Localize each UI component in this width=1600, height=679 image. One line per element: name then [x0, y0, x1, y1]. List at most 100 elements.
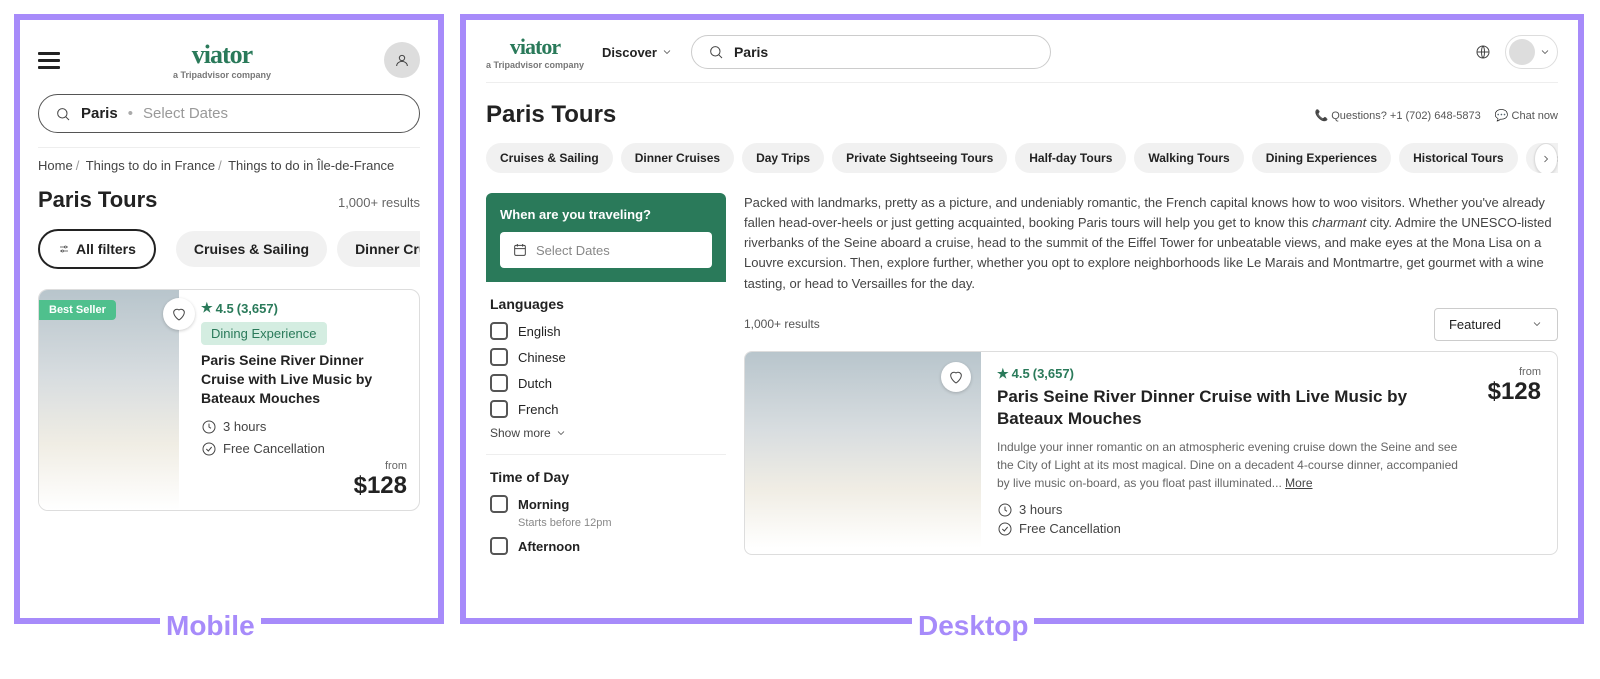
rating-value: 4.5	[216, 301, 234, 316]
favorite-button[interactable]	[941, 362, 971, 392]
category-chips-row: Cruises & Sailing Dinner Cruises Day Tri…	[486, 143, 1558, 173]
results-count: 1,000+ results	[338, 195, 420, 210]
search-bar[interactable]: Paris	[691, 35, 1051, 69]
chip-cruises[interactable]: Cruises & Sailing	[486, 143, 613, 173]
profile-avatar-icon[interactable]	[384, 42, 420, 78]
chip-dining[interactable]: Dining Experiences	[1252, 143, 1391, 173]
breadcrumb-home[interactable]: Home	[38, 158, 73, 173]
phone-link[interactable]: 📞 Questions? +1 (702) 648-5873	[1314, 109, 1480, 122]
experience-tag: Dining Experience	[201, 322, 327, 345]
all-filters-button[interactable]: All filters	[38, 229, 156, 269]
sort-dropdown[interactable]: Featured	[1434, 308, 1558, 341]
cancel-text: Free Cancellation	[223, 441, 325, 456]
mobile-header: viator a Tripadvisor company	[38, 40, 420, 80]
breadcrumb: Home/ Things to do in France/ Things to …	[38, 147, 420, 173]
chevron-down-icon	[1531, 318, 1543, 330]
chip-walking[interactable]: Walking Tours	[1134, 143, 1243, 173]
duration-row: 3 hours	[201, 419, 407, 435]
chip-historical[interactable]: Historical Tours	[1399, 143, 1517, 173]
chip-half-day[interactable]: Half-day Tours	[1015, 143, 1126, 173]
clock-icon	[997, 502, 1013, 518]
chip-dinner-cruises[interactable]: Dinner Cruises	[621, 143, 734, 173]
heart-icon	[171, 306, 187, 322]
price-value: $128	[1481, 378, 1541, 406]
checkbox-morning[interactable]: Morning	[490, 495, 722, 513]
select-dates-input[interactable]: Select Dates	[500, 232, 712, 268]
chip-cruises[interactable]: Cruises & Sailing	[176, 231, 327, 267]
travel-dates-title: When are you traveling?	[500, 207, 712, 222]
check-circle-icon	[201, 441, 217, 457]
chevron-right-icon	[1540, 153, 1552, 165]
select-dates-placeholder: Select Dates	[536, 243, 610, 258]
desktop-header: viator a Tripadvisor company Discover Pa…	[486, 34, 1558, 83]
chevron-down-icon	[661, 46, 673, 58]
duration-text: 3 hours	[223, 419, 266, 434]
heart-icon	[948, 369, 964, 385]
checkbox-dutch[interactable]: Dutch	[490, 374, 722, 392]
rating: ★ 4.5 (3,657)	[997, 366, 1461, 382]
time-of-day-filter: Time of Day Morning Starts before 12pm A…	[486, 455, 726, 577]
checkbox-english[interactable]: English	[490, 322, 722, 340]
show-more-languages[interactable]: Show more	[490, 426, 722, 440]
card-title: Paris Seine River Dinner Cruise with Liv…	[201, 351, 407, 408]
search-bar[interactable]: Paris • Select Dates	[38, 94, 420, 133]
chips-next-button[interactable]	[1534, 143, 1558, 173]
chip-day-trips[interactable]: Day Trips	[742, 143, 824, 173]
discover-menu[interactable]: Discover	[602, 45, 673, 60]
brand-tagline: a Tripadvisor company	[173, 70, 271, 80]
results-content: Packed with landmarks, pretty as a pictu…	[744, 193, 1558, 577]
star-icon: ★	[997, 366, 1009, 382]
card-image	[745, 352, 981, 548]
chip-dinner[interactable]: Dinner Cruis	[337, 231, 420, 267]
page-title: Paris Tours	[486, 101, 616, 129]
mobile-frame-label: Mobile	[160, 610, 261, 642]
search-dates-placeholder: Select Dates	[143, 105, 228, 122]
all-filters-label: All filters	[76, 241, 136, 257]
card-description: Indulge your inner romantic on an atmosp…	[997, 438, 1461, 492]
breadcrumb-idf[interactable]: Things to do in Île-de-France	[228, 158, 394, 173]
search-query: Paris	[734, 44, 768, 60]
rating: ★ 4.5 (3,657)	[201, 300, 407, 316]
checkbox-afternoon[interactable]: Afternoon	[490, 537, 722, 555]
brand-tagline: a Tripadvisor company	[486, 60, 584, 70]
calendar-icon	[512, 242, 528, 258]
breadcrumb-france[interactable]: Things to do in France	[86, 158, 215, 173]
more-link[interactable]: More	[1285, 476, 1312, 490]
brand-logo[interactable]: viator a Tripadvisor company	[486, 34, 584, 70]
chevron-down-icon	[1539, 46, 1551, 58]
favorite-button[interactable]	[163, 298, 195, 330]
globe-icon[interactable]	[1475, 44, 1491, 60]
result-card[interactable]: Best Seller ★ 4.5 (3,657) Dining Experie…	[38, 289, 420, 511]
avatar-icon	[1509, 39, 1535, 65]
checkbox-french[interactable]: French	[490, 400, 722, 418]
chat-link[interactable]: 💬 Chat now	[1495, 109, 1558, 122]
brand-name: viator	[486, 34, 584, 60]
discover-label: Discover	[602, 45, 657, 60]
separator-dot: •	[128, 105, 133, 122]
result-card[interactable]: ★ 4.5 (3,657) Paris Seine River Dinner C…	[744, 351, 1558, 555]
price-value: $128	[201, 472, 407, 500]
profile-menu[interactable]	[1505, 35, 1558, 69]
hamburger-menu-icon[interactable]	[38, 48, 60, 73]
review-count: (3,657)	[237, 301, 278, 316]
languages-filter: Languages English Chinese Dutch French S…	[486, 282, 726, 455]
results-count: 1,000+ results	[744, 317, 820, 331]
rating-value: 4.5	[1012, 366, 1030, 381]
cancellation-row: Free Cancellation	[201, 441, 407, 457]
search-icon	[55, 106, 71, 122]
checkbox-chinese[interactable]: Chinese	[490, 348, 722, 366]
brand-logo[interactable]: viator a Tripadvisor company	[173, 40, 271, 80]
price-from-label: from	[1481, 366, 1541, 378]
contact-bar: 📞 Questions? +1 (702) 648-5873 💬 Chat no…	[1314, 109, 1558, 122]
user-icon	[394, 52, 410, 68]
chip-private-sightseeing[interactable]: Private Sightseeing Tours	[832, 143, 1007, 173]
review-count: (3,657)	[1033, 366, 1074, 381]
mobile-frame: viator a Tripadvisor company Paris • Sel…	[14, 14, 444, 624]
filters-sidebar: When are you traveling? Select Dates Lan…	[486, 193, 726, 577]
morning-subtitle: Starts before 12pm	[518, 517, 722, 529]
destination-description: Packed with landmarks, pretty as a pictu…	[744, 193, 1558, 294]
cancellation-row: Free Cancellation	[997, 521, 1461, 537]
sliders-icon	[58, 243, 70, 255]
page-title: Paris Tours	[38, 187, 157, 213]
search-icon	[708, 44, 724, 60]
